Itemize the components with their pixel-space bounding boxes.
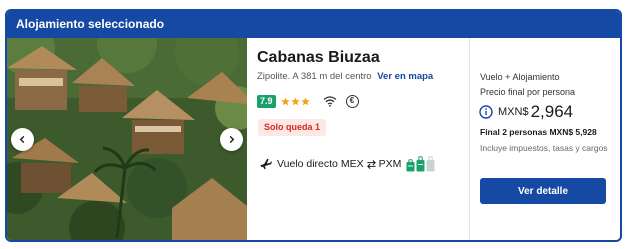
card-header-title: Alojamiento seleccionado bbox=[7, 11, 620, 38]
bag-icon bbox=[406, 159, 415, 172]
bag-icon bbox=[426, 156, 435, 172]
package-label: Vuelo + Alojamiento bbox=[480, 72, 560, 82]
swap-arrows-icon bbox=[366, 159, 377, 170]
rating-badge: 7.9 bbox=[257, 94, 276, 108]
wifi-icon bbox=[323, 95, 337, 107]
column-divider bbox=[469, 38, 470, 240]
star-icon bbox=[280, 96, 290, 105]
photo-prev-button[interactable] bbox=[11, 128, 34, 151]
flight-type-label: Vuelo directo bbox=[277, 158, 338, 170]
bag-icon bbox=[416, 156, 425, 172]
star-icon bbox=[300, 96, 310, 105]
flight-destination: PXM bbox=[378, 158, 402, 170]
flight-origin: MEX bbox=[340, 158, 364, 170]
hotel-photo-image bbox=[7, 38, 247, 240]
view-map-link[interactable]: Ver en mapa bbox=[377, 71, 433, 82]
star-icon bbox=[290, 96, 300, 105]
info-icon[interactable] bbox=[479, 105, 493, 119]
selected-accommodation-card: Alojamiento seleccionado Cabanas Biuzaa … bbox=[5, 9, 622, 242]
hotel-info: Cabanas Biuzaa Zipolite. A 381 m del cen… bbox=[257, 38, 467, 240]
scarcity-badge: Solo queda 1 bbox=[258, 119, 327, 136]
plane-icon bbox=[260, 158, 272, 170]
location-text: Zipolite. A 381 m del centro bbox=[257, 71, 372, 82]
star-rating bbox=[280, 96, 311, 106]
price-amount: 2,964 bbox=[530, 102, 574, 121]
view-detail-button[interactable]: Ver detalle bbox=[480, 178, 606, 204]
photo-next-button[interactable] bbox=[220, 128, 243, 151]
price-row: MXN$ 2,964 bbox=[479, 101, 573, 123]
hotel-photo[interactable] bbox=[7, 38, 247, 240]
amenities-row: 7.9 € bbox=[257, 94, 359, 108]
per-person-label: Precio final por persona bbox=[480, 87, 576, 97]
baggage-icons bbox=[406, 156, 436, 172]
hotel-name[interactable]: Cabanas Biuzaa bbox=[257, 49, 380, 67]
taxes-note: Incluye impuestos, tasas y cargos bbox=[480, 143, 608, 153]
price-currency: MXN$ bbox=[498, 106, 529, 118]
chevron-left-icon bbox=[19, 135, 25, 144]
euro-icon: € bbox=[345, 94, 359, 108]
location-row: Zipolite. A 381 m del centro Ver en mapa bbox=[257, 71, 433, 82]
total-price: Final 2 personas MXN$ 5,928 bbox=[480, 127, 597, 137]
price-panel: Vuelo + Alojamiento Precio final por per… bbox=[479, 38, 614, 240]
flight-info-row: Vuelo directo MEX PXM bbox=[258, 155, 436, 173]
chevron-right-icon bbox=[229, 135, 235, 144]
